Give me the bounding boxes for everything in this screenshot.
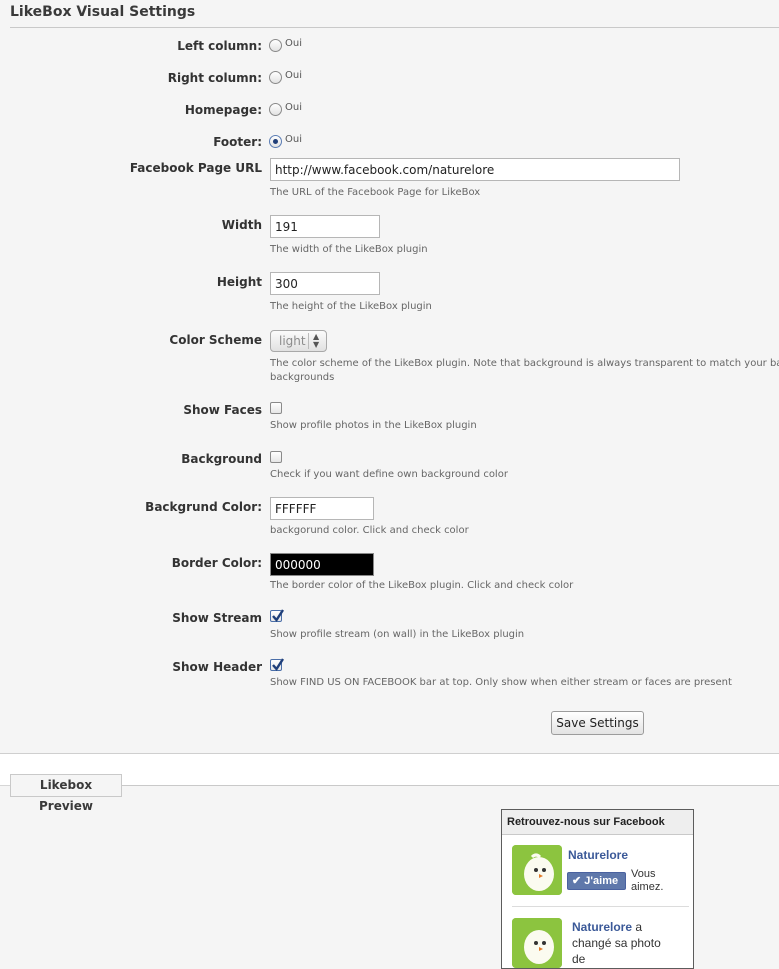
color-scheme-help-cont: backgrounds xyxy=(270,372,335,383)
width-help: The width of the LikeBox plugin xyxy=(270,244,428,255)
story-author-link[interactable]: Naturelore xyxy=(572,920,632,934)
background-color-help: backgorund color. Click and check color xyxy=(270,525,469,536)
story-divider xyxy=(512,906,689,907)
show-header-help: Show FIND US ON FACEBOOK bar at top. Onl… xyxy=(270,677,732,688)
height-input[interactable]: 300 xyxy=(270,272,380,295)
show-faces-help: Show profile photos in the LikeBox plugi… xyxy=(270,420,477,431)
facebook-url-input[interactable]: http://www.facebook.com/naturelore xyxy=(270,158,680,181)
show-faces-checkbox[interactable] xyxy=(270,402,282,414)
like-note: Vous aimez. xyxy=(631,868,664,893)
page-name-link[interactable]: Naturelore xyxy=(568,848,628,862)
show-stream-help: Show profile stream (on wall) in the Lik… xyxy=(270,629,525,640)
homepage-option: Oui xyxy=(285,102,302,113)
bird-logo-icon xyxy=(512,845,562,895)
likebox-header: Retrouvez-nous sur Facebook xyxy=(502,810,693,835)
show-faces-label: Show Faces xyxy=(183,403,262,417)
checkmark-icon xyxy=(272,658,285,671)
height-label: Height xyxy=(216,275,262,289)
color-scheme-help: The color scheme of the LikeBox plugin. … xyxy=(270,358,779,369)
show-stream-label: Show Stream xyxy=(172,611,262,625)
right-column-option: Oui xyxy=(285,70,302,81)
like-button[interactable]: ✔ J'aime xyxy=(567,872,626,890)
border-color-label: Border Color: xyxy=(171,556,262,570)
width-input[interactable]: 191 xyxy=(270,215,380,238)
color-scheme-label: Color Scheme xyxy=(169,333,262,347)
footer-radio[interactable] xyxy=(269,135,282,148)
page-title: LikeBox Visual Settings xyxy=(10,4,196,20)
story-text: Naturelore a changé sa photo de xyxy=(572,919,662,967)
left-column-radio[interactable] xyxy=(269,39,282,52)
select-arrows-icon: ▲ ▼ xyxy=(313,332,320,349)
show-stream-checkbox[interactable] xyxy=(270,609,285,622)
background-color-label: Backgrund Color: xyxy=(145,500,262,514)
likebox-preview: Retrouvez-nous sur Facebook Naturelore ✔… xyxy=(501,809,694,969)
border-color-input[interactable]: 000000 xyxy=(270,553,374,576)
left-column-label: Left column: xyxy=(177,39,262,53)
show-header-label: Show Header xyxy=(172,660,262,674)
page-avatar[interactable] xyxy=(512,845,562,895)
color-scheme-select[interactable]: light ▲ ▼ xyxy=(270,330,327,352)
title-divider xyxy=(10,27,779,28)
background-color-input[interactable]: FFFFFF xyxy=(270,497,374,520)
right-column-radio[interactable] xyxy=(269,71,282,84)
preview-divider xyxy=(122,785,779,786)
facebook-url-help: The URL of the Facebook Page for LikeBox xyxy=(270,187,481,198)
width-label: Width xyxy=(221,218,262,232)
footer-label: Footer: xyxy=(213,135,262,149)
homepage-radio[interactable] xyxy=(269,103,282,116)
checkmark-icon xyxy=(272,609,285,622)
thumb-check-icon: ✔ xyxy=(572,875,582,887)
background-label: Background xyxy=(181,452,262,466)
preview-tab[interactable]: Likebox Preview xyxy=(10,774,122,813)
show-header-checkbox[interactable] xyxy=(270,658,285,671)
select-divider xyxy=(308,333,309,349)
background-help: Check if you want define own background … xyxy=(270,469,508,480)
height-help: The height of the LikeBox plugin xyxy=(270,301,432,312)
right-column-label: Right column: xyxy=(167,71,262,85)
border-color-help: The border color of the LikeBox plugin. … xyxy=(270,580,574,591)
homepage-label: Homepage: xyxy=(184,103,262,117)
save-settings-button[interactable]: Save Settings xyxy=(551,711,644,735)
background-checkbox[interactable] xyxy=(270,451,282,463)
color-scheme-value: light xyxy=(279,334,306,348)
like-button-label: J'aime xyxy=(584,875,619,887)
footer-option: Oui xyxy=(285,134,302,145)
facebook-url-label: Facebook Page URL xyxy=(129,161,262,175)
left-column-option: Oui xyxy=(285,38,302,49)
